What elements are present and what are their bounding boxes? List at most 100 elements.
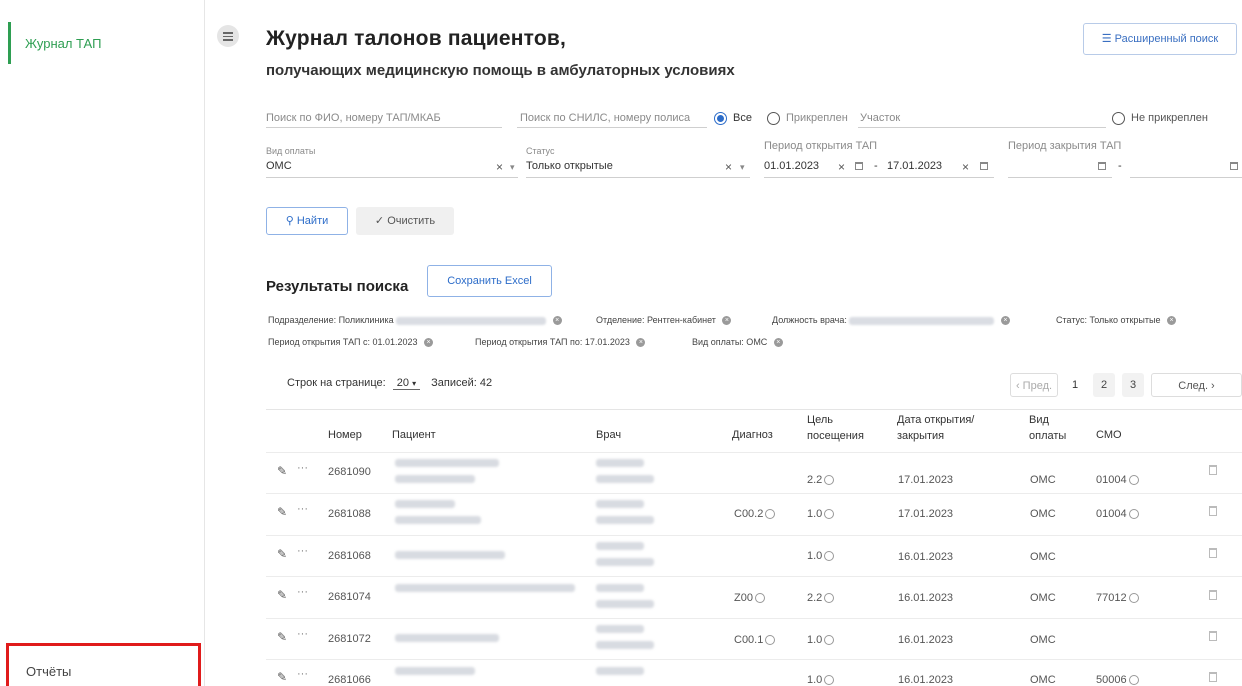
chip-close-icon[interactable]: ×	[552, 316, 562, 326]
radio-all[interactable]	[714, 112, 727, 125]
redacted-patient	[395, 634, 499, 642]
info-icon[interactable]	[754, 593, 765, 604]
edit-icon[interactable]: ✎	[277, 464, 287, 478]
open-to-value[interactable]: 17.01.2023	[887, 160, 942, 172]
close-to-input[interactable]	[1130, 176, 1242, 178]
delete-icon[interactable]	[1209, 465, 1217, 475]
find-button[interactable]: ⚲ Найти	[266, 207, 348, 235]
chip-close-icon[interactable]: ×	[773, 338, 783, 348]
payment-select[interactable]	[266, 176, 518, 178]
filter-chip-position[interactable]: Должность врача: ×	[772, 315, 1010, 326]
filter-chip-payment[interactable]: Вид оплаты: ОМС ×	[692, 337, 783, 348]
info-icon[interactable]	[824, 593, 835, 604]
sidebar-item-reports[interactable]: Отчёты	[6, 643, 201, 686]
save-excel-button[interactable]: Сохранить Excel	[427, 265, 552, 297]
cell-number: 2681090	[328, 466, 371, 478]
delete-icon[interactable]	[1209, 590, 1217, 600]
status-select-value[interactable]: Только открытые	[526, 160, 613, 172]
page-2-button[interactable]: 2	[1093, 373, 1115, 397]
delete-icon[interactable]	[1209, 548, 1217, 558]
radio-not-attached[interactable]	[1112, 112, 1125, 125]
chip-close-icon[interactable]: ×	[722, 316, 732, 326]
more-icon[interactable]: ···	[297, 668, 308, 680]
chip-close-icon[interactable]: ×	[424, 338, 434, 348]
status-clear-icon[interactable]: ×	[725, 160, 732, 174]
status-select[interactable]	[526, 176, 750, 178]
close-from-input[interactable]	[1008, 176, 1112, 178]
delete-icon[interactable]	[1209, 631, 1217, 641]
payment-clear-icon[interactable]: ×	[496, 160, 503, 174]
cell-diagnosis: C00.2	[734, 508, 776, 520]
filter-chip-department[interactable]: Отделение: Рентген-кабинет ×	[596, 315, 732, 326]
edit-icon[interactable]: ✎	[277, 670, 287, 684]
more-icon[interactable]: ···	[297, 586, 308, 598]
redacted-doctor	[596, 600, 654, 608]
payment-dropdown-icon[interactable]: ▾	[510, 162, 515, 173]
edit-icon[interactable]: ✎	[277, 588, 287, 602]
info-icon[interactable]	[1128, 475, 1139, 486]
prev-page-button[interactable]: ‹ Пред.	[1010, 373, 1058, 397]
page-1-button[interactable]: 1	[1064, 373, 1086, 397]
col-header-doctor[interactable]: Врач	[596, 427, 621, 443]
col-header-purpose[interactable]: Цель посещения	[807, 412, 864, 444]
col-header-number[interactable]: Номер	[328, 427, 362, 443]
open-from-value[interactable]: 01.01.2023	[764, 160, 819, 172]
chip-close-icon[interactable]: ×	[1167, 316, 1176, 326]
col-header-dates[interactable]: Дата открытия/ закрытия	[897, 412, 974, 444]
sidebar-item-tap-journal[interactable]: Журнал ТАП	[8, 22, 204, 64]
more-icon[interactable]: ···	[297, 628, 308, 640]
calendar-icon[interactable]	[1230, 162, 1238, 170]
info-icon[interactable]	[824, 551, 835, 562]
payment-select-value[interactable]: ОМС	[266, 160, 292, 172]
filter-chip-subdivision[interactable]: Подразделение: Поликлиника ×	[268, 315, 562, 326]
info-icon[interactable]	[824, 509, 835, 520]
more-icon[interactable]: ···	[297, 462, 308, 474]
open-from-clear-icon[interactable]: ×	[838, 160, 845, 174]
calendar-icon[interactable]	[980, 162, 988, 170]
filter-chip-open-to[interactable]: Период открытия ТАП по: 17.01.2023 ×	[475, 337, 646, 348]
filter-chip-status[interactable]: Статус: Только открытые ×	[1056, 315, 1176, 326]
district-input[interactable]	[858, 126, 1106, 128]
more-icon[interactable]: ···	[297, 545, 308, 557]
status-dropdown-icon[interactable]: ▾	[740, 162, 745, 173]
snils-search-input[interactable]	[517, 126, 707, 128]
filter-chip-open-from[interactable]: Период открытия ТАП с: 01.01.2023 ×	[268, 337, 434, 348]
page-size-select[interactable]: 20 ▾	[392, 377, 421, 390]
info-icon[interactable]	[824, 635, 835, 646]
info-icon[interactable]	[824, 475, 835, 486]
edit-icon[interactable]: ✎	[277, 505, 287, 519]
col-header-patient[interactable]: Пациент	[392, 427, 436, 443]
fio-search-input[interactable]	[266, 126, 502, 128]
cell-date: 16.01.2023	[898, 592, 954, 604]
info-icon[interactable]	[1128, 509, 1139, 520]
col-header-payment[interactable]: Вид оплаты	[1029, 412, 1066, 444]
cell-purpose: 1.0	[807, 634, 835, 646]
page-size-control: Строк на странице: 20 ▾ Записей: 42	[287, 377, 493, 390]
info-icon[interactable]	[824, 675, 835, 686]
page-3-button[interactable]: 3	[1122, 373, 1144, 397]
info-icon[interactable]	[765, 635, 776, 646]
chip-close-icon[interactable]: ×	[636, 338, 646, 348]
open-to-clear-icon[interactable]: ×	[962, 160, 969, 174]
delete-icon[interactable]	[1209, 672, 1217, 682]
menu-toggle-icon[interactable]	[217, 25, 239, 47]
clear-button[interactable]: ✓ Очистить	[356, 207, 454, 235]
radio-attached[interactable]	[767, 112, 780, 125]
delete-icon[interactable]	[1209, 506, 1217, 516]
col-header-smo[interactable]: СМО	[1096, 427, 1122, 443]
col-header-diagnosis[interactable]: Диагноз	[732, 427, 773, 443]
redacted-patient	[395, 459, 499, 467]
info-icon[interactable]	[765, 509, 776, 520]
next-page-button[interactable]: След. ›	[1151, 373, 1242, 397]
more-icon[interactable]: ···	[297, 503, 308, 515]
calendar-icon[interactable]	[855, 162, 863, 170]
open-period-input[interactable]	[764, 176, 994, 178]
info-icon[interactable]	[1128, 675, 1139, 686]
info-icon[interactable]	[1128, 593, 1139, 604]
district-placeholder: Участок	[860, 112, 901, 124]
advanced-search-button[interactable]: ☰ Расширенный поиск	[1083, 23, 1237, 55]
calendar-icon[interactable]	[1098, 162, 1106, 170]
edit-icon[interactable]: ✎	[277, 547, 287, 561]
chip-close-icon[interactable]: ×	[1000, 316, 1010, 326]
edit-icon[interactable]: ✎	[277, 630, 287, 644]
